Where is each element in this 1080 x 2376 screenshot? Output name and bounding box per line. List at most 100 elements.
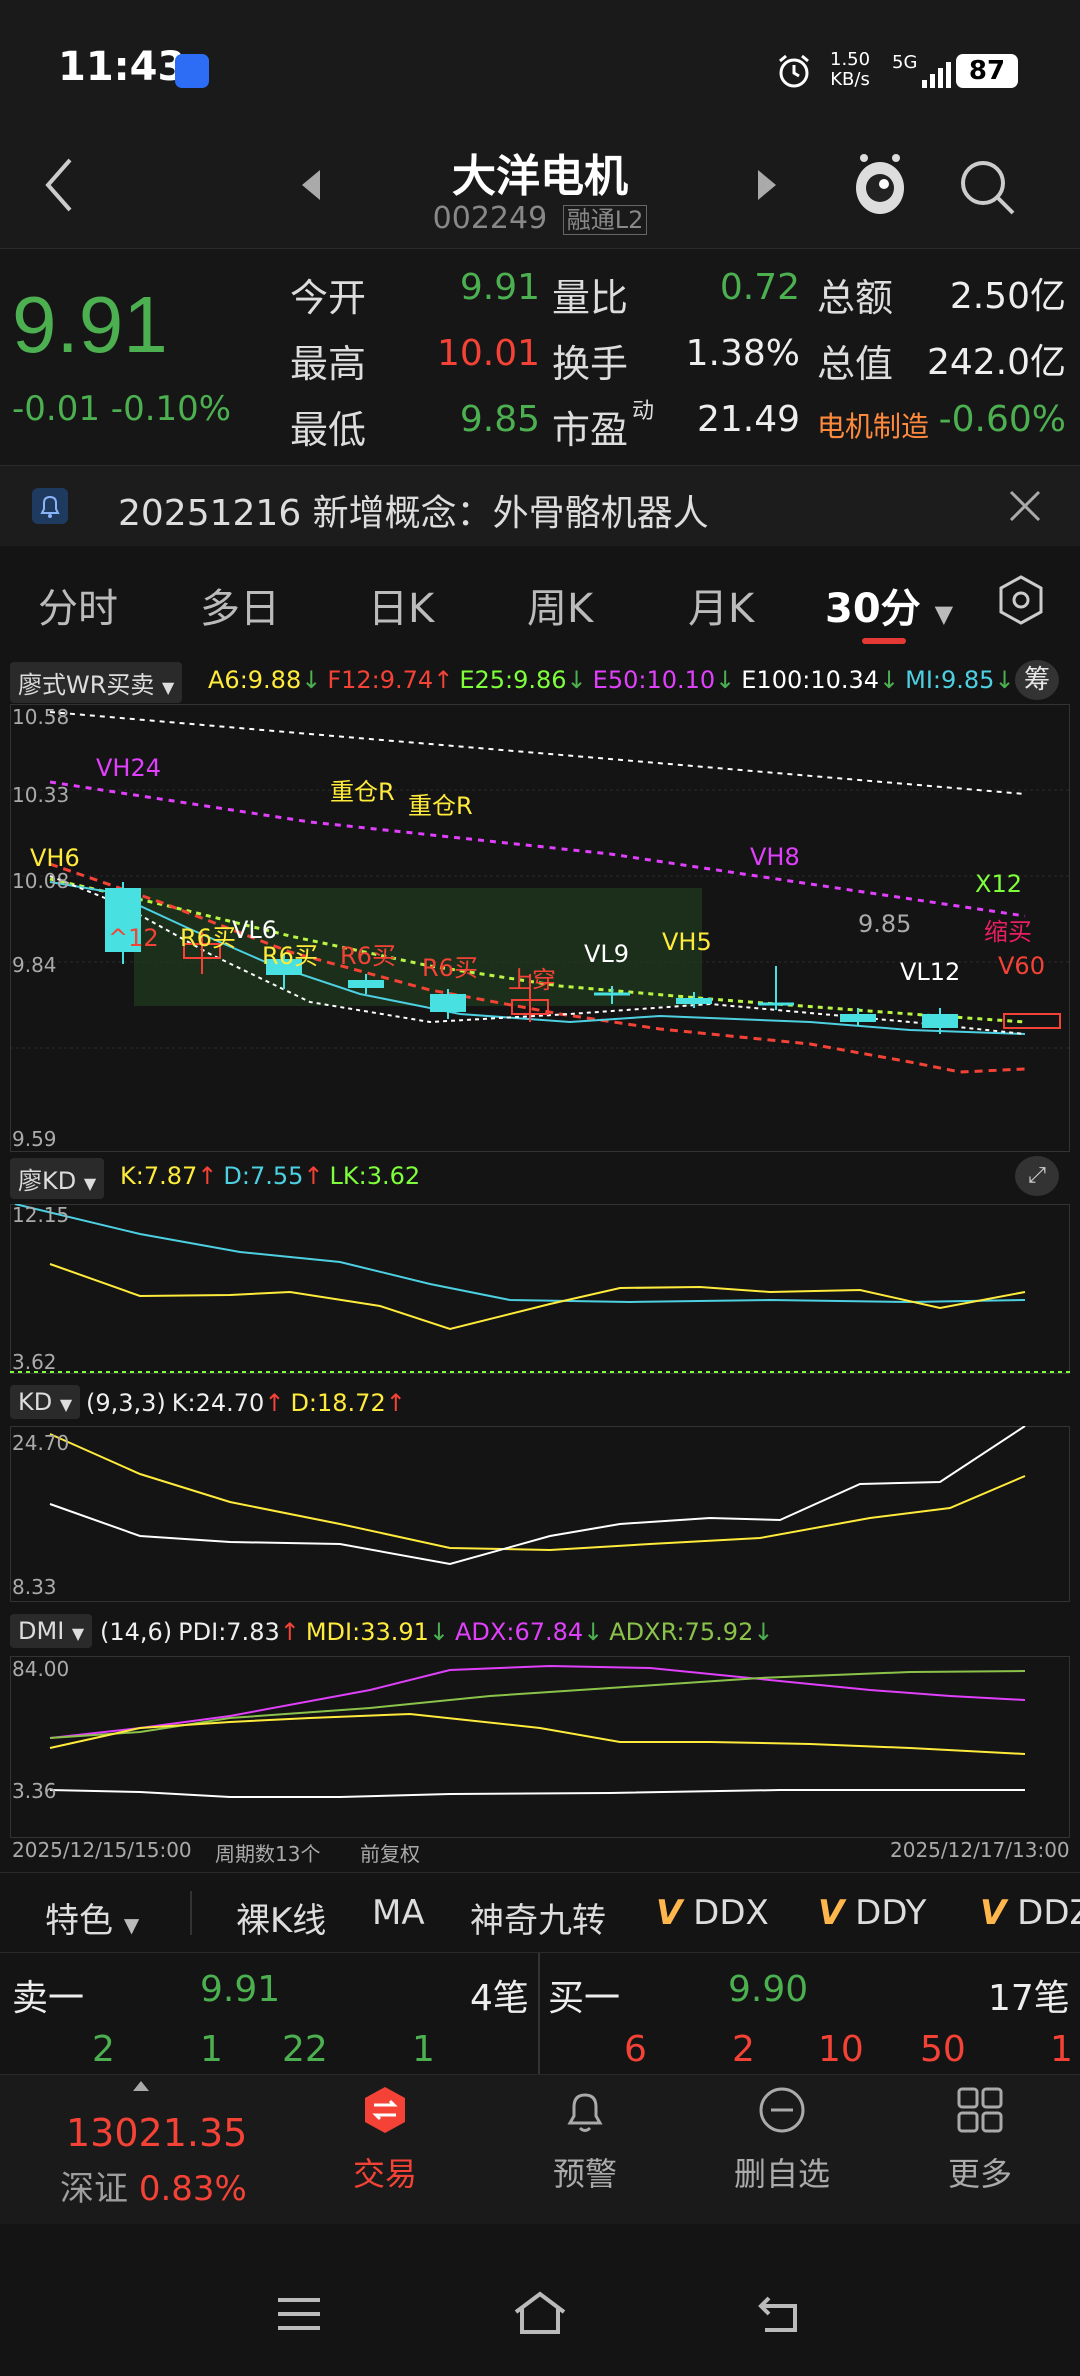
ma-button[interactable]: MA [372, 1893, 425, 1933]
chart-annotation: R6买 [180, 924, 236, 952]
market-badges: 融通L2 [562, 205, 648, 235]
chart-annotation: 9.85 [858, 910, 911, 938]
chart-end-date: 2025/12/17/13:00 [890, 1838, 1070, 1862]
naked-k-button[interactable]: 裸K线 [236, 1893, 326, 1942]
quote-field-value: 10.01 [436, 333, 540, 374]
assistant-robot-icon[interactable] [850, 150, 910, 220]
legend-arrow: ↓ [879, 666, 900, 694]
dmi-pdi-line [49, 1789, 1025, 1798]
home-icon[interactable] [510, 2288, 570, 2338]
tab-monthly-k[interactable]: 月K [688, 576, 754, 634]
tab-intraday[interactable]: 分时 [38, 576, 118, 634]
period-tabs: 分时 多日 日K 周K 月K 30分 ▼ [0, 546, 1080, 656]
code-text: 002249 [432, 201, 548, 236]
legend-item: D:18.72↑ [290, 1389, 405, 1417]
chart-annotation: VH8 [750, 843, 800, 871]
next-stock-icon[interactable] [756, 168, 778, 202]
buy-queue-item: 2 [732, 2029, 755, 2070]
status-bar: 11:43 1.50 KB/s 5G 87 [0, 0, 1080, 130]
quote-field-label[interactable]: 电机制造 [817, 405, 929, 445]
quote-field-value: 21.49 [696, 399, 800, 440]
kd-k-line [49, 1263, 1026, 1331]
tab-weekly-k[interactable]: 周K [527, 576, 593, 634]
y-tick: 8.33 [12, 1575, 57, 1599]
main-indicator-selector[interactable]: 廖式WR买卖 ▼ [10, 662, 183, 703]
back-nav-icon[interactable] [755, 2290, 805, 2336]
ddz-button[interactable]: V DDZ [980, 1893, 1080, 1933]
pe-dynamic-mark: 动 [632, 399, 655, 424]
ddz-label: DDZ [1017, 1893, 1080, 1933]
chart-annotation: VH5 [662, 928, 712, 956]
expand-up-icon[interactable] [133, 2081, 149, 2091]
quote-field-value: 242.0亿 [926, 342, 1066, 383]
legend-arrow: ↓ [428, 1618, 450, 1646]
feature-label: 特色 [45, 1901, 113, 1941]
menu-icon[interactable] [274, 2294, 324, 2334]
ddx-label: DDX [693, 1893, 769, 1933]
legend-item: ADX:67.84↓ [455, 1618, 603, 1646]
tab-daily-k[interactable]: 日K [368, 576, 434, 634]
legend-item: E50:10.10↓ [593, 666, 736, 694]
buy-queue-item: 1 [1050, 2029, 1073, 2070]
remove-icon [759, 2087, 805, 2133]
tab-30min[interactable]: 30分 ▼ [825, 576, 953, 634]
chart-annotation: R6买 [340, 942, 396, 970]
chart-start-date: 2025/12/15/15:00 [12, 1838, 192, 1862]
nav-alert[interactable]: 预警 [505, 2085, 665, 2215]
chart-settings-icon[interactable] [995, 574, 1047, 626]
dmi-indicator-selector[interactable]: DMI ▼ [10, 1614, 93, 1648]
index-info[interactable]: 深证 0.83% [60, 2161, 247, 2210]
buy-queue-item: 6 [624, 2029, 647, 2070]
nav-trade[interactable]: 交易 [305, 2085, 465, 2215]
legend-item: LK:3.62 [330, 1162, 421, 1190]
kd-indicator-selector[interactable]: 廖KD ▼ [10, 1158, 105, 1199]
ddx-button[interactable]: V DDX [656, 1893, 769, 1933]
buy-queue-item: 10 [818, 2029, 864, 2070]
v-icon: V [818, 1893, 845, 1933]
nav-trade-label: 交易 [352, 2155, 417, 2193]
tab-multi-day[interactable]: 多日 [200, 576, 280, 634]
magic-nine-button[interactable]: 神奇九转 [470, 1893, 606, 1942]
dmi-legend: (14,6) PDI:7.83↑ MDI:33.91↓ ADX:67.84↓ ADXR:… [100, 1618, 779, 1646]
speed-value: 1.50 [830, 49, 871, 70]
battery-indicator: 87 [956, 54, 1018, 88]
nav-more[interactable]: 更多 [900, 2085, 1060, 2215]
quote-field-value: 1.38% [685, 333, 800, 374]
y-tick: 9.84 [12, 953, 57, 977]
chip-distribution-button[interactable]: 筹 [1015, 660, 1059, 700]
legend-arrow: ↓ [301, 666, 322, 694]
expand-icon[interactable]: ⤢ [1015, 1156, 1059, 1196]
ddy-button[interactable]: V DDY [818, 1893, 926, 1933]
quote-field-label: 总额 [817, 276, 894, 320]
index-value[interactable]: 13021.35 [66, 2111, 247, 2155]
legend-arrow: ↓ [715, 666, 736, 694]
nav-remove-watch[interactable]: 删自选 [702, 2085, 862, 2215]
legend-item: E25:9.86↓ [459, 666, 586, 694]
dmi-legend-row: DMI ▼ (14,6) PDI:7.83↑ MDI:33.91↓ ADX:67.84… [10, 1610, 1070, 1650]
legend-arrow: ↑ [279, 1618, 300, 1646]
kd2-indicator-selector[interactable]: KD ▼ [10, 1385, 81, 1419]
close-icon[interactable] [1005, 486, 1045, 526]
legend-item: K:7.87↑ [120, 1162, 217, 1190]
toolbar-divider [190, 1891, 192, 1935]
news-bar[interactable]: 20251216 新增概念：外骨骼机器人 [0, 466, 1080, 546]
main-kline-chart: 10.58 10.33 10.08 9.84 9.59 VH24 重仓R 重仓R VH… [10, 704, 1070, 1152]
legend-arrow: ↑ [303, 1162, 324, 1190]
v-icon: V [980, 1893, 1007, 1933]
y-tick: 10.58 [12, 705, 69, 729]
search-icon[interactable] [955, 155, 1019, 219]
chevron-down-icon: ▼ [934, 600, 954, 628]
legend-text: D:18.72 [290, 1389, 386, 1417]
legend-item: (9,3,3) [86, 1389, 166, 1417]
chevron-down-icon: ▼ [59, 1395, 73, 1414]
y-tick: 3.36 [12, 1779, 57, 1803]
legend-text: LK:3.62 [329, 1162, 421, 1190]
network-speed: 1.50 KB/s [830, 50, 870, 90]
chart-annotation: 重仓R [408, 792, 473, 820]
feature-dropdown[interactable]: 特色 ▼ [45, 1893, 139, 1942]
legend-text: (9,3,3) [86, 1389, 166, 1417]
sell-count: 4笔 [470, 1978, 529, 2019]
kd-d-line [14, 1204, 1026, 1304]
legend-item: F12:9.74↑ [327, 666, 453, 694]
legend-text: ADXR:75.92 [609, 1618, 754, 1646]
